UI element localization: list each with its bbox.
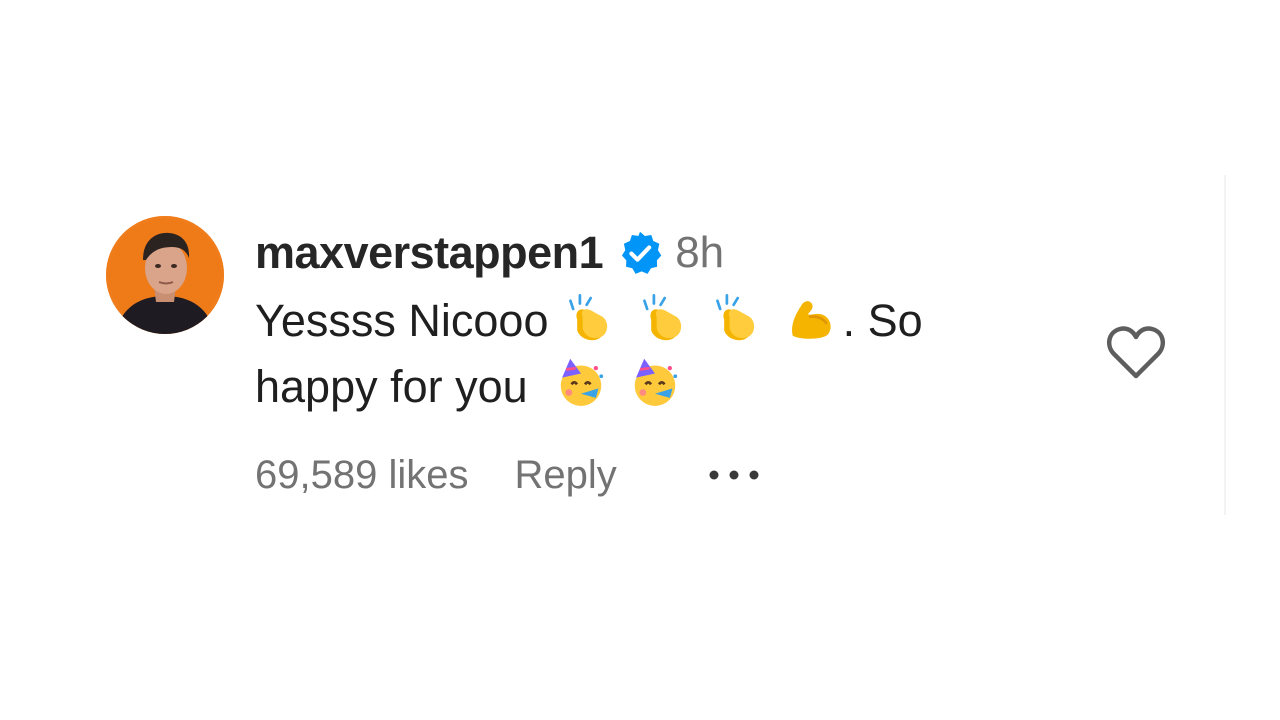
comment-text-part1: Yessss Nicooo: [255, 295, 549, 346]
verified-badge-icon: [622, 231, 662, 274]
comment-actions: 69,589 likes Reply: [255, 446, 1015, 504]
more-options-icon[interactable]: [705, 465, 763, 485]
avatar[interactable]: [106, 216, 224, 334]
divider: [1224, 175, 1226, 515]
partying-face-emoji: [634, 358, 677, 406]
comment-text: Yessss Nicooo . So happy for you: [255, 288, 1015, 420]
partying-face-emoji: [560, 358, 604, 406]
clapping-hands-emoji: [642, 294, 681, 341]
comment-body: maxverstappen1 8h Yessss Nicooo . So hap…: [255, 224, 1015, 504]
clapping-hands-emoji: [716, 294, 755, 341]
username[interactable]: maxverstappen1: [255, 224, 604, 282]
reply-button[interactable]: Reply: [514, 446, 616, 504]
heart-icon[interactable]: [1106, 324, 1166, 380]
flexed-biceps-emoji: [791, 301, 831, 339]
comment: maxverstappen1 8h Yessss Nicooo . So hap…: [106, 216, 1206, 516]
comment-text-part2: . So: [842, 295, 923, 346]
timestamp[interactable]: 8h: [675, 224, 724, 282]
comment-header: maxverstappen1 8h: [255, 224, 1015, 282]
comment-view: maxverstappen1 8h Yessss Nicooo . So hap…: [0, 0, 1280, 720]
clapping-hands-emoji: [569, 294, 608, 341]
comment-text-part3: happy for you: [255, 361, 528, 412]
likes-count[interactable]: 69,589 likes: [255, 446, 468, 504]
